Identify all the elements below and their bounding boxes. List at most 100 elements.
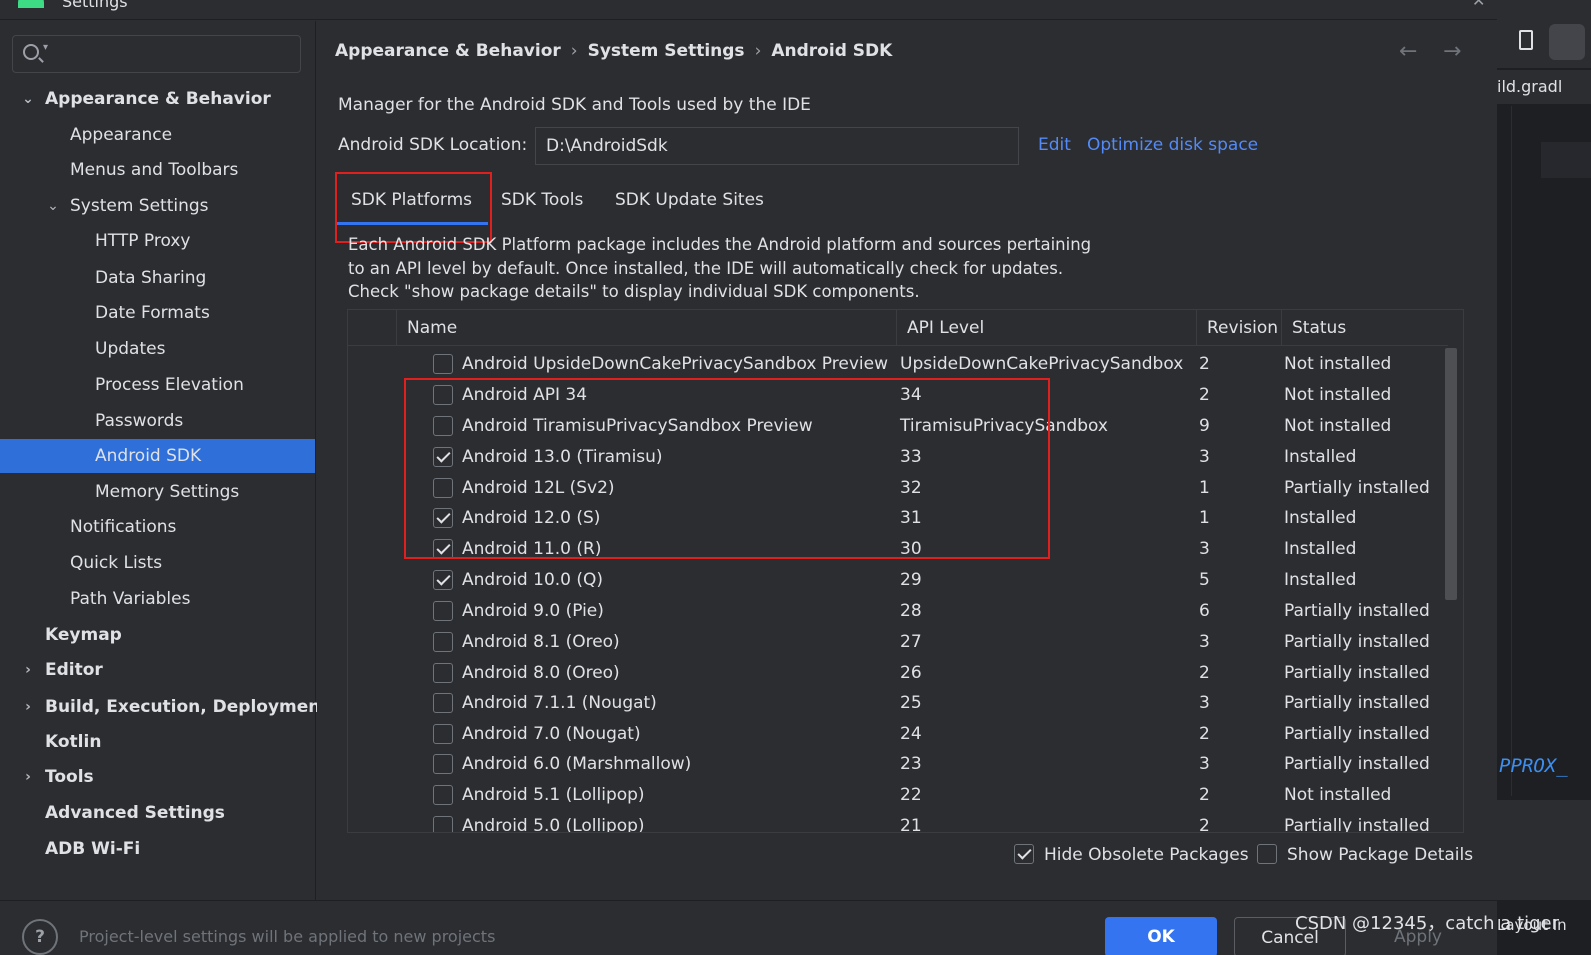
table-row[interactable]: Android 7.1.1 (Nougat) 25 3 Partially insta…: [348, 688, 1448, 719]
tab-sdk-tools[interactable]: SDK Tools: [485, 181, 599, 225]
row-checkbox[interactable]: [433, 632, 453, 652]
sdk-manager-icon[interactable]: [1549, 24, 1585, 60]
row-checkbox[interactable]: [433, 724, 453, 744]
sidebar-item[interactable]: Path Variables: [0, 582, 316, 616]
ok-button[interactable]: OK: [1105, 917, 1217, 955]
row-name: Android 8.1 (Oreo): [462, 632, 620, 652]
row-checkbox[interactable]: [433, 354, 453, 374]
sidebar-item[interactable]: Advanced Settings: [0, 796, 316, 830]
watermark: CSDN @12345，catch a tiger: [1295, 913, 1560, 934]
back-arrow-icon[interactable]: ←: [1399, 39, 1417, 64]
sidebar-item[interactable]: Process Elevation: [0, 368, 316, 402]
sidebar-item[interactable]: Menus and Toolbars: [0, 153, 316, 187]
table-row[interactable]: Android 8.0 (Oreo) 26 2 Partially installed: [348, 658, 1448, 689]
sidebar-item[interactable]: Date Formats: [0, 296, 316, 330]
close-icon[interactable]: ✕: [1472, 0, 1485, 10]
row-status: Partially installed: [1284, 478, 1430, 498]
row-revision: 3: [1199, 632, 1210, 652]
chevron-down-icon[interactable]: ⌄: [20, 82, 36, 116]
sidebar-item[interactable]: Updates: [0, 332, 316, 366]
forward-arrow-icon[interactable]: →: [1443, 39, 1461, 64]
row-checkbox[interactable]: [433, 816, 453, 832]
edit-link[interactable]: Edit: [1038, 135, 1071, 155]
sidebar-item[interactable]: Memory Settings: [0, 475, 316, 509]
row-checkbox[interactable]: [433, 693, 453, 713]
row-status: Partially installed: [1284, 754, 1430, 774]
row-name: Android 7.0 (Nougat): [462, 724, 641, 744]
row-checkbox[interactable]: [433, 785, 453, 805]
row-name: Android 5.1 (Lollipop): [462, 785, 645, 805]
column-header-name[interactable]: Name: [396, 310, 896, 346]
table-scrollbar[interactable]: [1445, 348, 1457, 600]
sidebar-item[interactable]: Passwords: [0, 404, 316, 438]
annotation-box: [404, 378, 1050, 559]
row-api-level: 29: [900, 570, 922, 590]
row-name: Android 10.0 (Q): [462, 570, 604, 590]
table-row[interactable]: Android UpsideDownCakePrivacySandbox Pre…: [348, 349, 1448, 380]
sidebar-item[interactable]: Quick Lists: [0, 546, 316, 580]
table-row[interactable]: Android 9.0 (Pie) 28 6 Partially installed: [348, 596, 1448, 627]
tab-description-line: to an API level by default. Once install…: [348, 258, 1064, 278]
sidebar-item[interactable]: › Tools: [0, 760, 316, 794]
sidebar-item-label: Appearance: [70, 125, 173, 145]
tab-description-line: Check "show package details" to display …: [348, 282, 920, 301]
sidebar-item-label: Data Sharing: [95, 268, 207, 288]
row-checkbox[interactable]: [433, 570, 453, 590]
sidebar-item[interactable]: › Build, Execution, Deployment: [0, 690, 328, 724]
chevron-right-icon[interactable]: ›: [20, 760, 36, 794]
column-header-revision[interactable]: Revision: [1196, 310, 1281, 346]
row-revision: 2: [1199, 663, 1210, 683]
chevron-down-icon[interactable]: ⌄: [45, 189, 61, 223]
sidebar-item[interactable]: ADB Wi-Fi: [0, 832, 316, 866]
sidebar-item[interactable]: Data Sharing: [0, 261, 316, 295]
row-api-level: 26: [900, 663, 922, 683]
editor-tab[interactable]: ild.gradl: [1497, 70, 1591, 104]
sdk-location-field[interactable]: [535, 127, 1019, 165]
device-manager-icon[interactable]: [1519, 30, 1533, 50]
table-row[interactable]: Android 5.1 (Lollipop) 22 2 Not installed: [348, 780, 1448, 811]
table-row[interactable]: Android 8.1 (Oreo) 27 3 Partially installed: [348, 627, 1448, 658]
settings-sidebar: ▾ ⌄ Appearance & Behavior Appearance Menus …: [0, 21, 329, 909]
tab-sdk-update-sites[interactable]: SDK Update Sites: [599, 181, 780, 225]
sidebar-item[interactable]: Kotlin: [0, 725, 316, 759]
row-revision: 3: [1199, 754, 1210, 774]
row-api-level: UpsideDownCakePrivacySandbox: [900, 354, 1184, 374]
sidebar-item[interactable]: Appearance: [0, 118, 316, 152]
sidebar-item-label: Quick Lists: [70, 553, 163, 573]
footer-note: Project-level settings will be applied t…: [79, 927, 496, 946]
row-status: Partially installed: [1284, 724, 1430, 744]
search-history-caret-icon[interactable]: ▾: [43, 42, 48, 53]
row-checkbox[interactable]: [433, 663, 453, 683]
table-row[interactable]: Android 5.0 (Lollipop) 21 2 Partially insta…: [348, 811, 1448, 833]
search-input[interactable]: [59, 36, 299, 72]
row-checkbox[interactable]: [433, 754, 453, 774]
hide-obsolete-checkbox[interactable]: [1014, 844, 1034, 864]
show-package-details-checkbox[interactable]: [1257, 844, 1277, 864]
search-box[interactable]: ▾: [12, 35, 301, 73]
sidebar-item[interactable]: HTTP Proxy: [0, 224, 316, 258]
sidebar-item[interactable]: Notifications: [0, 510, 316, 544]
table-row[interactable]: Android 6.0 (Marshmallow) 23 3 Partially in…: [348, 749, 1448, 780]
chevron-right-icon[interactable]: ›: [20, 653, 36, 687]
sidebar-item[interactable]: Android SDK: [0, 439, 315, 473]
row-revision: 9: [1199, 416, 1210, 436]
sidebar-item[interactable]: › Editor: [0, 653, 316, 687]
help-icon[interactable]: ?: [22, 919, 58, 955]
column-header-status[interactable]: Status: [1281, 310, 1451, 346]
sidebar-item-label: Memory Settings: [95, 482, 240, 502]
table-row[interactable]: Android 10.0 (Q) 29 5 Installed: [348, 565, 1448, 596]
panel-description: Manager for the Android SDK and Tools us…: [338, 95, 811, 115]
sidebar-item[interactable]: Keymap: [0, 618, 316, 652]
row-api-level: 22: [900, 785, 922, 805]
sidebar-item-label: System Settings: [70, 196, 209, 216]
chevron-right-icon[interactable]: ›: [20, 690, 36, 724]
row-api-level: 21: [900, 816, 922, 833]
optimize-disk-space-link[interactable]: Optimize disk space: [1087, 135, 1258, 155]
column-header-api-level[interactable]: API Level: [896, 310, 1196, 346]
sidebar-item[interactable]: ⌄ Appearance & Behavior: [0, 82, 316, 116]
breadcrumb-item: System Settings: [587, 41, 745, 61]
sidebar-item[interactable]: ⌄ System Settings: [0, 189, 316, 223]
table-row[interactable]: Android 7.0 (Nougat) 24 2 Partially install…: [348, 719, 1448, 750]
row-checkbox[interactable]: [433, 601, 453, 621]
row-revision: 3: [1199, 447, 1210, 467]
